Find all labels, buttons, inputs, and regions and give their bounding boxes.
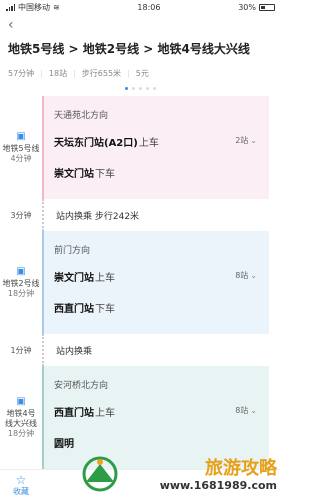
subway-icon: ▣ <box>16 395 26 407</box>
transfer-step: 1分钟 站内换乘 <box>0 334 281 366</box>
subway-icon: ▣ <box>16 130 26 142</box>
battery-icon <box>258 3 275 11</box>
segment-line5: ▣ 地铁5号线 4分钟 天通苑北方向 天坛东门站(A2口)上车 2站 ⌄ 崇文门站… <box>0 96 281 199</box>
back-chevron-icon[interactable]: ‹ <box>8 17 14 33</box>
subway-icon: ▣ <box>16 265 26 277</box>
page-indicator <box>0 79 281 96</box>
expand-chevron-icon: ⌄ <box>250 136 257 145</box>
board-station: 天坛东门站(A2口) <box>54 138 138 149</box>
segment-duration: 4分钟 <box>10 153 32 163</box>
clock: 18:06 <box>137 2 161 12</box>
board-action: 上车 <box>95 273 115 284</box>
transfer-text: 站内换乘 步行242米 <box>42 199 139 231</box>
transfer-text: 站内换乘 <box>42 334 92 366</box>
segment-card[interactable]: 前门方向 崇文门站上车 8站 ⌄ 西直门站下车 <box>42 231 269 334</box>
wifi-icon: ≋ <box>53 2 60 12</box>
watermark-title: 旅游攻略 <box>205 458 277 479</box>
stops-toggle[interactable]: 8站 ⌄ <box>235 405 257 416</box>
watermark: 旅游攻略 www.1681989.com <box>159 458 277 493</box>
board-station: 西直门站 <box>54 408 94 419</box>
board-action: 上车 <box>138 138 159 149</box>
alight-station: 西直门站 <box>54 304 94 315</box>
battery-percent: 30% <box>238 2 256 12</box>
page-dot[interactable] <box>125 87 128 90</box>
status-bar: 中国移动 ≋ 18:06 30% <box>0 0 281 14</box>
carrier-name: 中国移动 <box>18 2 50 12</box>
segment-direction: 安河桥北方向 <box>54 381 109 391</box>
stops-toggle[interactable]: 2站 ⌄ <box>235 135 257 146</box>
signal-icon <box>6 3 15 11</box>
favorite-button[interactable]: ☆ 收藏 <box>0 474 42 497</box>
transfer-time: 3分钟 <box>10 210 32 220</box>
transfer-time: 1分钟 <box>10 345 32 355</box>
page-dot[interactable] <box>132 87 135 90</box>
segment-duration: 18分钟 <box>7 428 35 438</box>
segment-card[interactable]: 天通苑北方向 天坛东门站(A2口)上车 2站 ⌄ 崇文门站下车 <box>42 96 269 199</box>
stops-count: 8站 <box>235 271 249 280</box>
stops-count: 8站 <box>235 406 249 415</box>
stops-count: 2站 <box>235 136 249 145</box>
segment-line4: ▣ 地铁4号线大兴线 18分钟 安河桥北方向 西直门站上车 8站 ⌄ 圆明 <box>0 366 281 469</box>
expand-chevron-icon: ⌄ <box>250 271 257 280</box>
segment-duration: 18分钟 <box>7 288 35 298</box>
transfer-step: 3分钟 站内换乘 步行242米 <box>0 199 281 231</box>
alight-action: 下车 <box>95 304 115 315</box>
route-summary: 57分钟 | 18站 | 步行655米 | 5元 <box>8 69 149 78</box>
nav-header: ‹ <box>0 14 281 36</box>
page-dot[interactable] <box>146 87 149 90</box>
segment-line-name: 地铁4号线大兴线 <box>5 408 37 428</box>
page-dot[interactable] <box>139 87 142 90</box>
watermark-logo-icon <box>82 456 118 492</box>
summary-walk: 步行655米 <box>81 69 122 78</box>
summary-fare: 5元 <box>135 69 149 78</box>
watermark-url: www.1681989.com <box>159 479 277 492</box>
favorite-label: 收藏 <box>13 486 29 496</box>
route-title: 地铁5号线 > 地铁2号线 > 地铁4号线大兴线 <box>8 42 250 56</box>
stops-toggle[interactable]: 8站 ⌄ <box>235 270 257 281</box>
expand-chevron-icon: ⌄ <box>250 406 257 415</box>
alight-station: 圆明 <box>54 439 74 450</box>
segment-line-name: 地铁2号线 <box>2 278 40 288</box>
route-timeline: ▣ 地铁5号线 4分钟 天通苑北方向 天坛东门站(A2口)上车 2站 ⌄ 崇文门站… <box>0 96 281 469</box>
summary-stops: 18站 <box>48 69 68 78</box>
summary-duration: 57分钟 <box>8 69 35 78</box>
segment-line2: ▣ 地铁2号线 18分钟 前门方向 崇文门站上车 8站 ⌄ 西直门站下车 <box>0 231 281 334</box>
segment-direction: 天通苑北方向 <box>54 111 109 121</box>
segment-line-name: 地铁5号线 <box>2 143 40 153</box>
segment-direction: 前门方向 <box>54 246 91 256</box>
star-icon: ☆ <box>15 472 27 487</box>
alight-station: 崇文门站 <box>54 169 94 180</box>
board-action: 上车 <box>95 408 115 419</box>
board-station: 崇文门站 <box>54 273 94 284</box>
alight-action: 下车 <box>95 169 115 180</box>
page-dot[interactable] <box>153 87 156 90</box>
